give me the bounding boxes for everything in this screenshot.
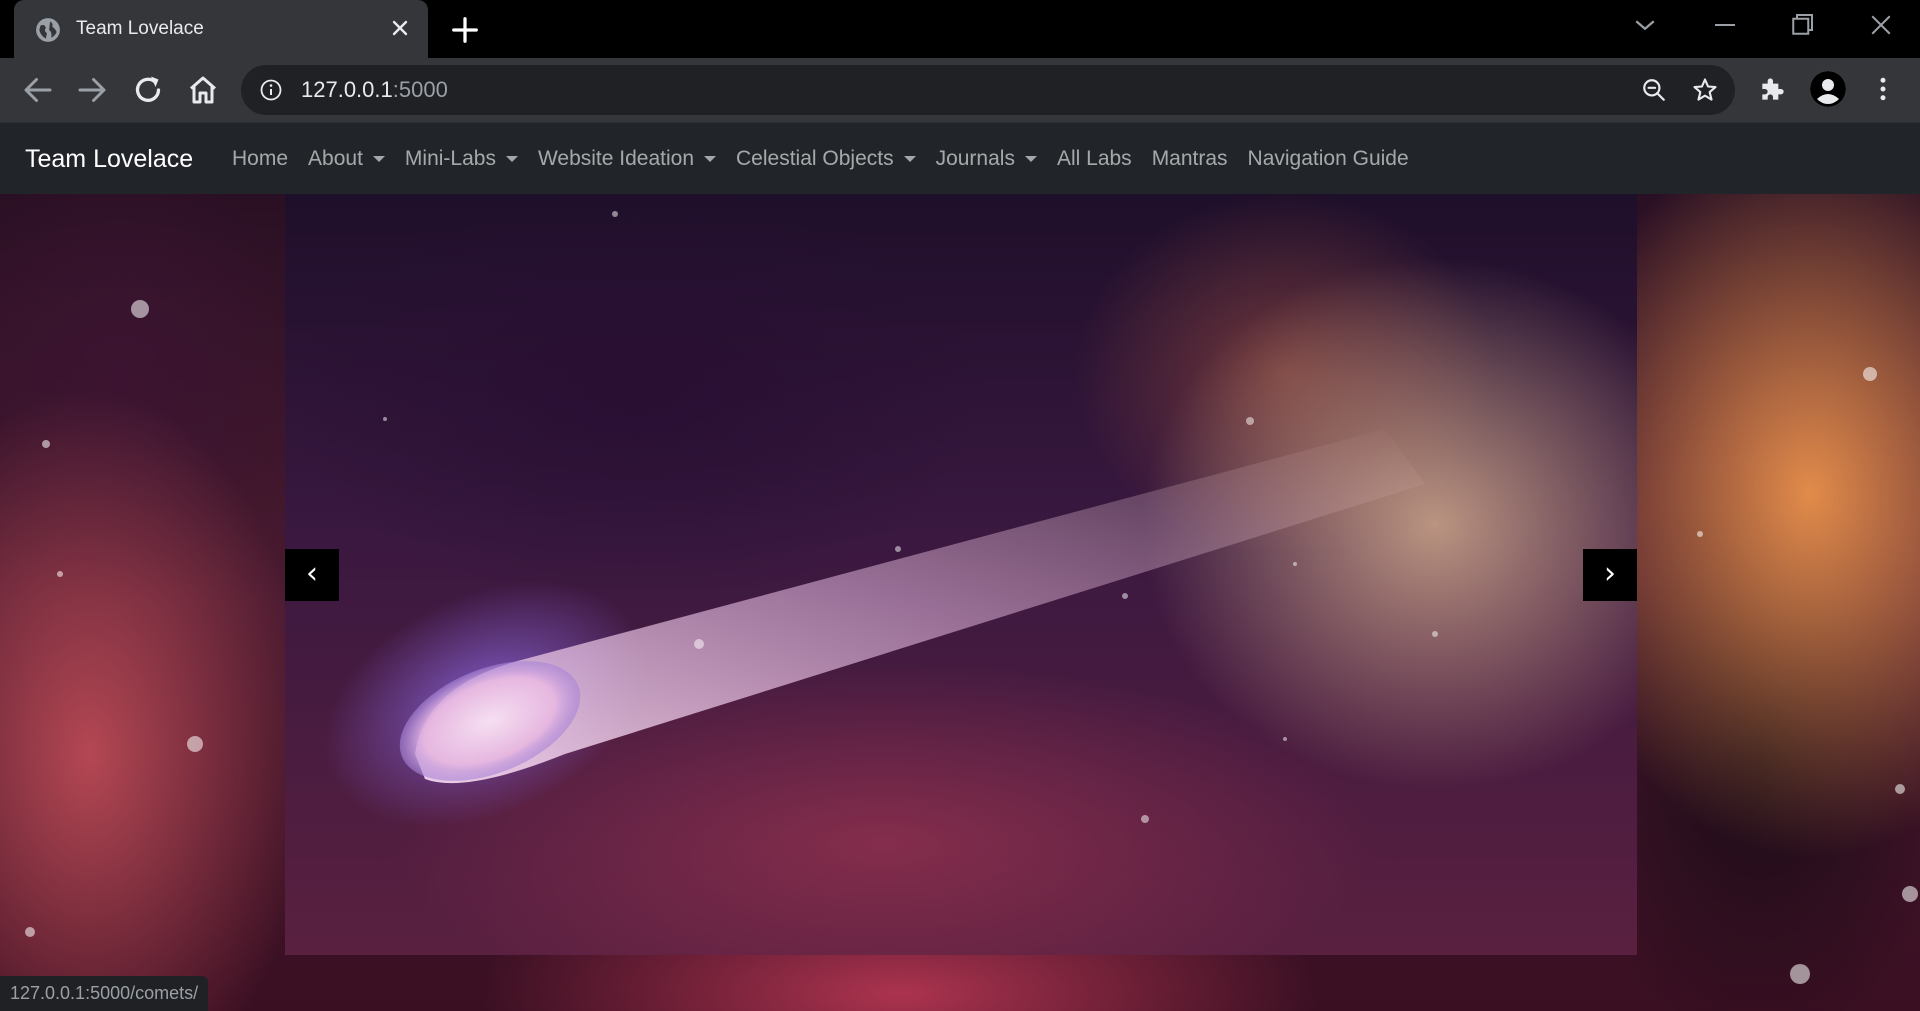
nav-link-website-ideation[interactable]: Website Ideation: [528, 145, 726, 173]
tab-search-icon[interactable]: [1630, 10, 1660, 40]
nav-link-mini-labs[interactable]: Mini-Labs: [395, 145, 528, 173]
extensions-icon[interactable]: [1757, 73, 1789, 105]
nav-link-celestial-objects[interactable]: Celestial Objects: [726, 145, 926, 173]
zoom-out-icon[interactable]: [1641, 77, 1667, 103]
url-host: 127.0.0.1: [301, 77, 393, 102]
nav-links: Home About Mini-Labs Website Ideation Celest…: [222, 145, 1419, 173]
site-info-icon[interactable]: [259, 78, 283, 102]
minimize-icon[interactable]: [1710, 10, 1740, 40]
browser-toolbar: 127.0.0.1:5000: [0, 58, 1920, 122]
nav-link-label: Navigation Guide: [1247, 147, 1409, 170]
comet-image: [324, 211, 1438, 827]
site-navbar: Team Lovelace Home About Mini-Labs Website …: [0, 122, 1920, 194]
reload-icon[interactable]: [130, 72, 166, 108]
carousel-prev-button[interactable]: ‹: [285, 549, 339, 601]
browser-titlebar: Team Lovelace: [0, 0, 1920, 58]
nav-link-label: Mantras: [1151, 147, 1228, 170]
status-bar-url: 127.0.0.1:5000/comets/: [0, 976, 209, 1011]
dropdown-caret-icon: [372, 156, 385, 162]
dropdown-caret-icon: [505, 156, 518, 162]
restore-icon[interactable]: [1787, 10, 1817, 40]
nav-link-all-labs[interactable]: All Labs: [1047, 145, 1142, 173]
address-bar[interactable]: 127.0.0.1:5000: [241, 65, 1735, 115]
nav-link-label: Home: [232, 147, 289, 170]
comet-carousel: [285, 194, 1637, 955]
web-page: Team Lovelace Home About Mini-Labs Website …: [0, 122, 1920, 1011]
dropdown-caret-icon: [704, 156, 717, 162]
nav-link-about[interactable]: About: [298, 145, 395, 173]
new-tab-icon[interactable]: [450, 15, 480, 45]
carousel-next-button[interactable]: ›: [1583, 549, 1637, 601]
nav-link-label: Mini-Labs: [404, 147, 496, 170]
url-port: :5000: [392, 77, 448, 102]
home-icon[interactable]: [185, 72, 221, 108]
nav-link-label: All Labs: [1056, 147, 1132, 170]
forward-icon[interactable]: [74, 72, 110, 108]
url-text: 127.0.0.1:5000: [301, 77, 448, 103]
close-window-icon[interactable]: [1866, 10, 1896, 40]
more-menu-icon[interactable]: [1868, 72, 1898, 106]
bookmark-star-icon[interactable]: [1691, 76, 1719, 104]
tab-title: Team Lovelace: [76, 18, 204, 39]
nav-link-mantras[interactable]: Mantras: [1142, 145, 1238, 173]
browser-tab[interactable]: Team Lovelace: [14, 0, 428, 58]
dropdown-caret-icon: [903, 156, 916, 162]
nav-link-label: Journals: [935, 147, 1015, 170]
nav-link-label: Celestial Objects: [736, 147, 894, 170]
nav-link-label: Website Ideation: [537, 147, 695, 170]
dropdown-caret-icon: [1024, 156, 1037, 162]
globe-icon: [36, 18, 60, 42]
nav-link-journals[interactable]: Journals: [926, 145, 1047, 173]
brand-link[interactable]: Team Lovelace: [25, 143, 193, 175]
nav-link-label: About: [308, 147, 363, 170]
back-icon[interactable]: [20, 72, 56, 108]
nav-link-navigation-guide[interactable]: Navigation Guide: [1238, 145, 1419, 173]
close-tab-icon[interactable]: [388, 16, 412, 40]
profile-avatar-icon[interactable]: [1810, 71, 1846, 107]
nav-link-home[interactable]: Home: [222, 145, 298, 173]
